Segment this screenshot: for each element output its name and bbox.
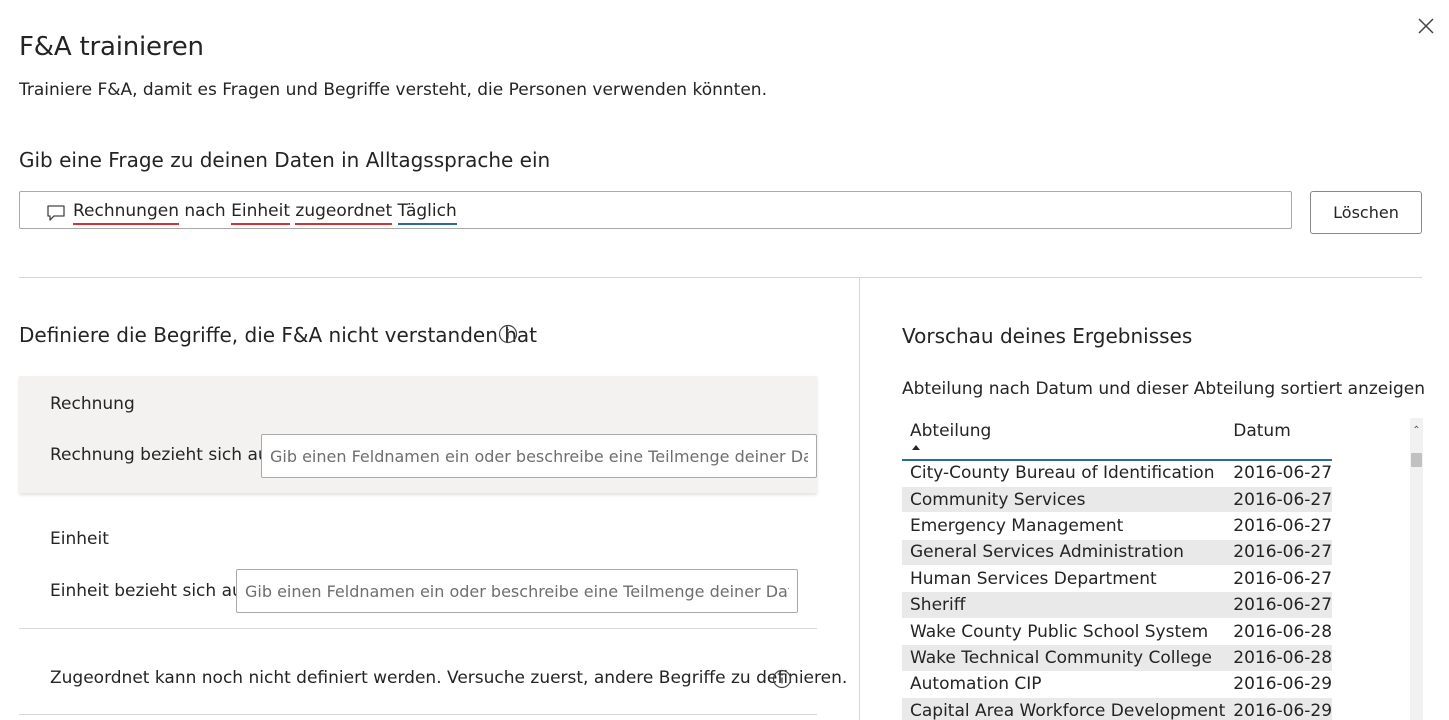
question-token-einheit[interactable]: Einheit [231, 201, 290, 225]
scroll-up-icon[interactable]: ⌃ [1410, 426, 1423, 436]
horizontal-divider [19, 277, 1422, 278]
question-token-rechnungen[interactable]: Rechnungen [73, 201, 179, 225]
sort-ascending-icon [912, 445, 920, 450]
term-name: Rechnung [50, 394, 135, 414]
column-header-datum[interactable]: Datum [1225, 418, 1333, 461]
table-row: Emergency Management 2016-06-27 [902, 512, 1333, 540]
cell-abteilung: Wake Technical Community College [902, 644, 1226, 672]
cell-abteilung: Wake County Public School System [902, 618, 1226, 646]
table-header-row: Abteilung Datum [902, 418, 1333, 461]
table-row: General Services Administration 2016-06-… [902, 539, 1333, 567]
cell-abteilung: Automation CIP [902, 671, 1226, 699]
vertical-divider [859, 278, 860, 720]
cell-abteilung: Community Services [902, 486, 1226, 514]
table-row: Automation CIP 2016-06-29 [902, 671, 1333, 699]
cell-abteilung: Capital Area Workforce Development [902, 697, 1226, 720]
cell-abteilung: Human Services Department [902, 565, 1226, 593]
table-row: Human Services Department 2016-06-27 [902, 565, 1333, 593]
scrollbar-thumb[interactable] [1411, 453, 1422, 467]
question-token-taeglich[interactable]: Täglich [397, 201, 457, 225]
cell-datum: 2016-06-28 [1225, 644, 1333, 672]
table-row: City-County Bureau of Identification 201… [902, 460, 1333, 487]
close-icon[interactable] [1416, 16, 1436, 36]
unresolved-term-note: Zugeordnet kann noch nicht definiert wer… [50, 668, 848, 688]
question-text: Rechnungen nach Einheit zugeordnet Tägli… [73, 201, 457, 225]
term-card-rechnung: Rechnung Rechnung bezieht sich auf [19, 376, 817, 493]
term-definition-input-rechnung[interactable] [261, 434, 817, 478]
term-label: Einheit bezieht sich auf [50, 581, 249, 601]
cell-datum: 2016-06-29 [1225, 697, 1333, 720]
info-icon[interactable] [498, 324, 518, 344]
cell-abteilung: Sheriff [902, 591, 1226, 619]
term-card-einheit: Einheit Einheit bezieht sich auf [19, 512, 817, 629]
question-heading: Gib eine Frage zu deinen Daten in Alltag… [19, 148, 551, 172]
term-definition-input-einheit[interactable] [236, 569, 798, 613]
preview-subtitle: Abteilung nach Datum und dieser Abteilun… [902, 379, 1425, 399]
cell-datum: 2016-06-27 [1225, 486, 1333, 514]
cell-abteilung: Emergency Management [902, 512, 1226, 540]
preview-scrollbar[interactable]: ⌃ [1410, 418, 1423, 720]
table-row: Capital Area Workforce Development 2016-… [902, 697, 1333, 720]
term-name: Einheit [50, 529, 109, 549]
cell-datum: 2016-06-29 [1225, 671, 1333, 699]
preview-table: Abteilung Datum City-County Bureau of Id… [902, 418, 1333, 720]
cell-datum: 2016-06-27 [1225, 565, 1333, 593]
column-header-label: Abteilung [910, 421, 992, 441]
cell-datum: 2016-06-28 [1225, 618, 1333, 646]
divider [19, 714, 817, 715]
question-token-zugeordnet[interactable]: zugeordnet [295, 201, 393, 225]
clear-button[interactable]: Löschen [1310, 191, 1422, 234]
define-terms-heading: Definiere die Begriffe, die F&A nicht ve… [19, 323, 538, 347]
question-input[interactable]: Rechnungen nach Einheit zugeordnet Tägli… [19, 191, 1292, 229]
dialog-title: F&A trainieren [19, 32, 204, 62]
cell-abteilung: General Services Administration [902, 539, 1226, 567]
dialog-subtitle: Trainiere F&A, damit es Fragen und Begri… [19, 80, 767, 100]
table-row: Wake County Public School System 2016-06… [902, 618, 1333, 646]
term-label: Rechnung bezieht sich auf [50, 445, 275, 465]
cell-datum: 2016-06-27 [1225, 460, 1333, 487]
column-header-label: Datum [1233, 421, 1291, 441]
chat-bubble-icon [47, 205, 65, 221]
question-token-nach: nach [184, 201, 226, 221]
column-header-abteilung[interactable]: Abteilung [902, 418, 1226, 461]
qa-training-dialog: F&A trainieren Trainiere F&A, damit es F… [0, 0, 1449, 720]
table-row: Wake Technical Community College 2016-06… [902, 644, 1333, 672]
table-row: Sheriff 2016-06-27 [902, 591, 1333, 619]
info-icon[interactable] [772, 669, 792, 689]
table-row: Community Services 2016-06-27 [902, 486, 1333, 514]
cell-datum: 2016-06-27 [1225, 591, 1333, 619]
preview-heading: Vorschau deines Ergebnisses [902, 324, 1193, 348]
cell-datum: 2016-06-27 [1225, 512, 1333, 540]
cell-abteilung: City-County Bureau of Identification [902, 460, 1226, 487]
cell-datum: 2016-06-27 [1225, 539, 1333, 567]
